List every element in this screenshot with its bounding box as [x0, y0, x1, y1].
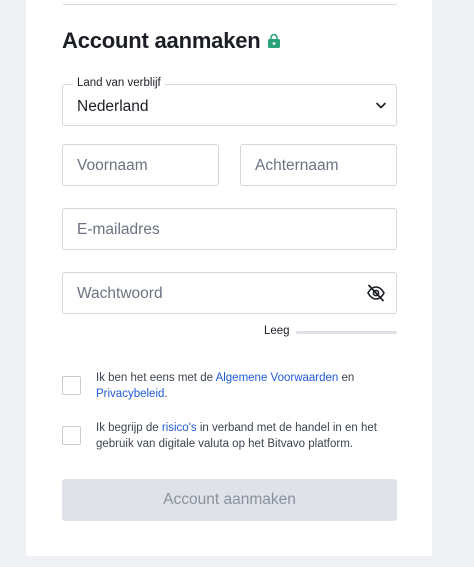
password-strength-bar [296, 331, 397, 334]
chevron-down-icon [376, 102, 386, 109]
country-select-value: Nederland [77, 98, 149, 115]
password-field[interactable]: Wachtwoord [62, 272, 397, 314]
terms-checkbox[interactable] [62, 376, 81, 395]
risk-checkbox[interactable] [62, 426, 81, 445]
email-placeholder: E-mailadres [77, 221, 160, 238]
signup-card: Account aanmaken Land van verblijf Neder… [26, 0, 432, 556]
password-placeholder: Wachtwoord [77, 285, 163, 302]
page-title: Account aanmaken [62, 28, 281, 54]
email-field[interactable]: E-mailadres [62, 208, 397, 250]
country-select[interactable]: Land van verblijf Nederland [62, 77, 397, 126]
terms-link[interactable]: Algemene Voorwaarden [216, 372, 339, 384]
first-name-placeholder: Voornaam [77, 157, 148, 174]
first-name-field[interactable]: Voornaam [62, 144, 219, 186]
privacy-link[interactable]: Privacybeleid [96, 388, 164, 400]
risk-prefix: Ik begrijp de [96, 422, 162, 434]
divider [63, 4, 397, 5]
last-name-field[interactable]: Achternaam [240, 144, 397, 186]
terms-middle: en [338, 372, 355, 384]
eye-off-icon[interactable] [366, 284, 386, 302]
password-strength-label: Leeg [264, 325, 290, 337]
terms-suffix: . [164, 388, 168, 400]
risk-link[interactable]: risico's [162, 422, 197, 434]
page-title-text: Account aanmaken [62, 28, 261, 53]
create-account-button[interactable]: Account aanmaken [62, 479, 397, 521]
lock-icon [267, 34, 280, 48]
country-select-label: Land van verblijf [73, 77, 165, 89]
last-name-placeholder: Achternaam [255, 157, 339, 174]
risk-text: Ik begrijp de risico's in verband met de… [96, 420, 386, 452]
terms-text: Ik ben het eens met de Algemene Voorwaar… [96, 370, 386, 402]
terms-prefix: Ik ben het eens met de [96, 372, 216, 384]
